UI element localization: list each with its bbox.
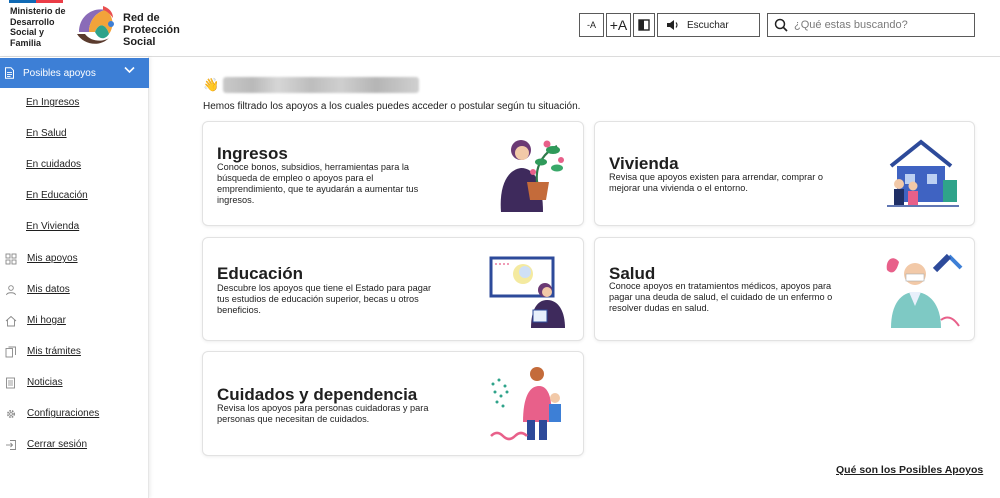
sidebar-item-mis-tramites[interactable]: Mis trámites — [0, 344, 149, 360]
subitem-cuidados[interactable]: En cuidados — [26, 159, 81, 170]
doctor-illustration — [886, 253, 963, 328]
subitem-salud[interactable]: En Salud — [26, 128, 67, 139]
news-icon — [6, 377, 15, 389]
card-ingresos[interactable]: Ingresos Conoce bonos, subsidios, herram… — [202, 121, 584, 226]
listen-label: Escuchar — [687, 19, 729, 31]
sidebar-item-label: Mis apoyos — [27, 253, 78, 264]
user-name-blurred — [223, 77, 420, 93]
sidebar-item-mis-apoyos[interactable]: Mis apoyos — [0, 251, 149, 267]
wave-emoji: 👋 — [203, 77, 220, 92]
house-family-illustration — [887, 139, 959, 207]
user-icon — [6, 285, 16, 296]
card-description: Revisa los apoyos para personas cuidador… — [217, 403, 429, 424]
card-vivienda[interactable]: Vivienda Revisa que apoyos existen para … — [594, 121, 975, 226]
card-description: Revisa que apoyos existen para arrendar,… — [609, 172, 823, 193]
card-educacion[interactable]: Educación Descubre los apoyos que tiene … — [202, 237, 584, 341]
card-title: Vivienda — [609, 154, 679, 173]
card-description: Conoce apoyos en tratamientos médicos, a… — [609, 281, 833, 313]
search-box[interactable] — [767, 13, 975, 37]
listen-button[interactable]: Escuchar — [657, 13, 760, 37]
card-title: Cuidados y dependencia — [217, 385, 418, 404]
sidebar-item-configuraciones[interactable]: Configuraciones — [0, 406, 149, 422]
grid-icon — [5, 253, 17, 265]
network-logo-icon[interactable] — [73, 2, 119, 48]
header: Ministerio de Desarrollo Social y Famili… — [0, 0, 1000, 57]
sidebar: Posibles apoyos En Ingresos En Salud En … — [0, 57, 149, 498]
gear-icon — [6, 409, 16, 419]
card-title: Educación — [217, 264, 303, 283]
ministry-logo[interactable]: Ministerio de Desarrollo Social y Famili… — [0, 0, 66, 50]
card-description: Descubre los apoyos que tiene el Estado … — [217, 283, 432, 315]
increase-text-button[interactable]: +A — [606, 13, 631, 37]
network-name: Red de Protección Social — [123, 12, 180, 48]
greeting: 👋 — [203, 77, 420, 93]
card-description: Conoce bonos, subsidios, herramientas pa… — [217, 162, 419, 205]
speaker-icon — [667, 20, 678, 30]
decrease-text-button[interactable]: -A — [579, 13, 604, 37]
document-icon — [5, 67, 14, 79]
files-icon — [5, 346, 16, 358]
home-icon — [5, 315, 17, 327]
sidebar-item-label: Mis trámites — [27, 346, 81, 357]
subitem-educacion[interactable]: En Educación — [26, 190, 88, 201]
chevron-down-icon — [124, 66, 135, 74]
subitem-vivienda[interactable]: En Vivienda — [26, 221, 79, 232]
flag-stripe — [9, 0, 63, 3]
subitem-ingresos[interactable]: En Ingresos — [26, 97, 79, 108]
sidebar-item-cerrar-sesion[interactable]: Cerrar sesión — [0, 437, 149, 453]
search-input[interactable] — [794, 19, 964, 31]
intro-text: Hemos filtrado los apoyos a los cuales p… — [203, 101, 581, 112]
card-salud[interactable]: Salud Conoce apoyos en tratamientos médi… — [594, 237, 975, 341]
sidebar-item-posibles-apoyos[interactable]: Posibles apoyos — [0, 58, 149, 88]
sidebar-item-label: Mis datos — [27, 284, 70, 295]
card-title: Ingresos — [217, 144, 288, 163]
logout-icon — [6, 440, 16, 450]
sidebar-item-noticias[interactable]: Noticias — [0, 375, 149, 391]
sidebar-item-mis-datos[interactable]: Mis datos — [0, 282, 149, 298]
sidebar-item-label: Configuraciones — [27, 408, 100, 419]
sidebar-item-label: Noticias — [27, 377, 63, 388]
student-board-illustration — [489, 256, 565, 328]
sidebar-item-mi-hogar[interactable]: Mi hogar — [0, 313, 149, 329]
search-icon — [774, 18, 788, 32]
card-cuidados[interactable]: Cuidados y dependencia Revisa los apoyos… — [202, 351, 584, 456]
ministry-name: Ministerio de Desarrollo Social y Famili… — [10, 6, 66, 48]
sidebar-item-label: Cerrar sesión — [27, 439, 88, 450]
contrast-icon — [638, 19, 650, 31]
sidebar-item-label: Mi hogar — [27, 315, 66, 326]
sidebar-item-label: Posibles apoyos — [23, 67, 96, 79]
what-are-posibles-apoyos-link[interactable]: Qué son los Posibles Apoyos — [836, 464, 983, 476]
contrast-button[interactable] — [633, 13, 655, 37]
woman-plant-illustration — [500, 140, 564, 212]
caregiver-illustration — [490, 367, 561, 441]
